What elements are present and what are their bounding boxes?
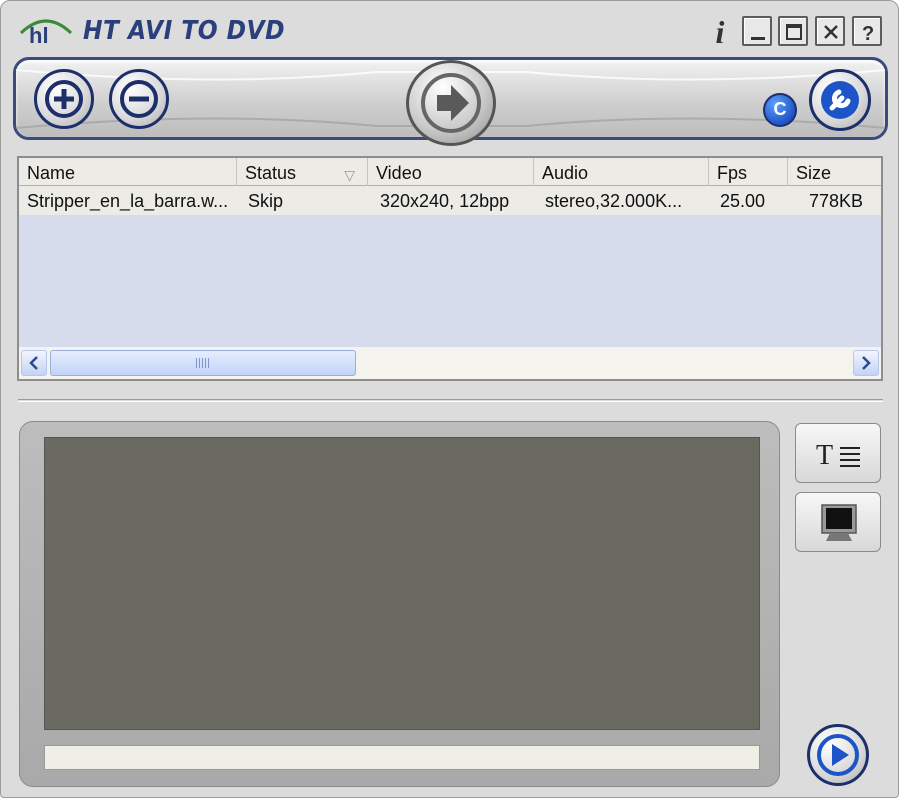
monitor-icon [821,504,857,541]
column-header-name[interactable]: Name [19,158,237,186]
help-label: ? [862,23,874,43]
list-body[interactable]: Stripper_en_la_barra.w... Skip 320x240, … [19,186,881,348]
subtitle-button[interactable]: T [795,423,881,483]
logo-icon: hl [19,19,73,45]
maximize-button[interactable] [778,16,808,46]
table-row[interactable]: Stripper_en_la_barra.w... Skip 320x240, … [19,186,881,215]
chevron-right-icon [862,356,871,370]
plus-icon [45,80,83,118]
preview-frame [19,421,780,787]
title-bar[interactable]: hl HT AVI TO DVD i ? [1,1,898,57]
preview-screen [44,437,760,730]
column-header-status-label: Status [245,163,297,183]
list-header: Name Status ▽ Video Audio Fps Size [19,158,881,186]
close-icon [824,25,838,39]
text-lines-icon: T [816,440,860,471]
column-header-size[interactable]: Size [788,158,883,186]
divider [18,399,883,402]
column-header-fps[interactable]: Fps [709,158,788,186]
play-button[interactable] [807,724,869,786]
scroll-right-button[interactable] [853,350,879,376]
cell-size: 778KB [809,191,864,211]
remove-file-button[interactable] [109,69,169,129]
cell-audio: stereo,32.000K... [545,191,683,211]
minus-icon [120,80,158,118]
chevron-left-icon [29,356,38,370]
column-header-audio[interactable]: Audio [534,158,709,186]
close-button[interactable] [815,16,845,46]
file-list[interactable]: Name Status ▽ Video Audio Fps Size Strip… [17,156,883,381]
grip-icon [196,358,210,368]
scrollbar-thumb[interactable] [50,350,356,376]
help-icon: ? [862,23,874,43]
arrow-right-icon [421,73,481,133]
maximize-icon [786,24,802,40]
help-button[interactable]: ? [852,16,882,46]
info-icon[interactable]: i [707,15,733,49]
cell-video: 320x240, 12bpp [380,191,510,211]
app-title: HT AVI TO DVD [83,16,285,46]
convert-button[interactable] [406,60,496,146]
app-window: hl HT AVI TO DVD i ? C Name Status ▽ Vid… [0,0,899,798]
scroll-left-button[interactable] [21,350,47,376]
column-header-video[interactable]: Video [368,158,534,186]
preview-status-bar [44,745,760,770]
c-button[interactable]: C [763,93,797,127]
cell-status: Skip [248,191,284,211]
play-icon [817,734,859,776]
cell-name: Stripper_en_la_barra.w... [27,191,229,211]
toolbar: C [13,57,888,146]
subtitle-label: T [816,440,833,471]
cell-fps: 25.00 [720,191,766,211]
horizontal-scrollbar[interactable] [19,347,881,379]
column-header-status[interactable]: Status ▽ [237,158,368,186]
settings-button[interactable] [809,69,871,131]
minimize-icon [751,37,765,40]
monitor-button[interactable] [795,492,881,552]
add-file-button[interactable] [34,69,94,129]
wrench-icon [821,81,859,119]
logo-text: hl [29,23,49,45]
minimize-button[interactable] [742,16,772,46]
